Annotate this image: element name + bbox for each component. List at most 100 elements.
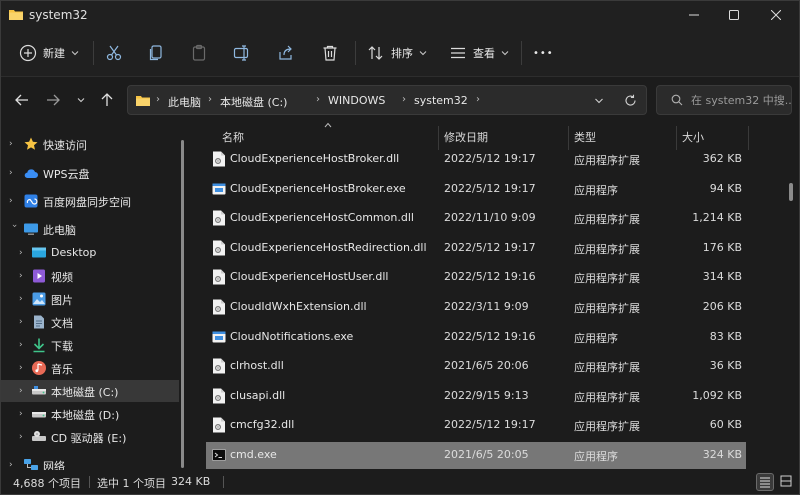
forward-button[interactable] (43, 90, 63, 110)
table-row[interactable]: clrhost.dll 2021/6/5 20:06 应用程序扩展 36 KB (206, 353, 746, 380)
drive-icon (32, 412, 46, 418)
sidebar-item-downloads[interactable]: › 下载 (1, 334, 179, 356)
table-row[interactable]: cmd.exe 2021/6/5 20:05 应用程序 324 KB (206, 442, 746, 469)
chevron-right-icon[interactable]: › (9, 139, 19, 149)
toolbar-divider (93, 41, 94, 65)
breadcrumb-drive-c[interactable]: 本地磁盘 (C:) (220, 94, 287, 110)
file-date: 2021/6/5 20:05 (444, 448, 529, 461)
close-button[interactable] (761, 5, 791, 25)
refresh-icon[interactable] (624, 94, 637, 107)
sidebar-item-cd-drive[interactable]: › CD 驱动器 (E:) (1, 426, 179, 448)
chevron-right-icon[interactable]: › (19, 271, 29, 281)
file-name: CloudExperienceHostBroker.dll (230, 152, 400, 165)
up-button[interactable] (97, 90, 117, 110)
minimize-button[interactable] (679, 5, 709, 25)
breadcrumb-this-pc[interactable]: 此电脑 (168, 94, 201, 110)
chevron-down-icon (419, 51, 427, 56)
chevron-right-icon[interactable]: › (19, 248, 29, 258)
sidebar-item-wps-cloud[interactable]: › WPS云盘 (1, 162, 179, 184)
sidebar-item-label: 本地磁盘 (D:) (51, 409, 120, 422)
chevron-right-icon[interactable]: › (9, 168, 19, 178)
maximize-button[interactable] (719, 5, 749, 25)
back-button[interactable] (12, 90, 32, 110)
sidebar-item-this-pc[interactable]: › 此电脑 (1, 218, 179, 240)
table-row[interactable]: CloudNotifications.exe 2022/5/12 19:16 应用程… (206, 324, 746, 351)
sidebar-item-drive-c[interactable]: › 本地磁盘 (C:) (1, 380, 179, 402)
rename-button[interactable] (233, 41, 251, 65)
chevron-right-icon[interactable]: › (9, 460, 19, 470)
sidebar-item-quick-access[interactable]: › 快速访问 (1, 133, 179, 155)
sort-label: 排序 (391, 47, 413, 60)
file-type: 应用程序扩展 (574, 361, 640, 375)
chevron-right-icon[interactable]: › (19, 409, 29, 419)
chevron-right-icon[interactable]: › (19, 432, 29, 442)
column-divider[interactable] (748, 126, 749, 150)
file-date: 2022/11/10 9:09 (444, 211, 536, 225)
scissors-icon (106, 45, 122, 61)
search-box[interactable] (656, 85, 792, 115)
file-name: CloudIdWxhExtension.dll (230, 300, 367, 313)
sidebar-item-baidu-netdisk[interactable]: › 百度网盘同步空间 (1, 190, 179, 212)
table-row[interactable]: CloudExperienceHostUser.dll 2022/5/12 19:… (206, 264, 746, 291)
sidebar-item-pictures[interactable]: › 图片 (1, 288, 179, 310)
share-button[interactable] (277, 41, 295, 65)
file-name: CloudExperienceHostUser.dll (230, 270, 389, 284)
dll-file-icon (212, 210, 226, 226)
chevron-right-icon[interactable]: › (19, 386, 29, 396)
new-label: 新建 (43, 47, 65, 60)
table-row[interactable]: CloudExperienceHostRedirection.dll 2022/5… (206, 235, 746, 262)
sidebar-item-drive-d[interactable]: › 本地磁盘 (D:) (1, 403, 179, 425)
sidebar-item-documents[interactable]: › 文档 (1, 311, 179, 333)
more-options-button[interactable]: ••• (533, 41, 554, 65)
sidebar-scrollbar[interactable] (181, 140, 184, 468)
cut-button[interactable] (105, 41, 123, 65)
address-bar[interactable]: › 此电脑 › 本地磁盘 (C:) › WINDOWS › system32 › (127, 85, 647, 115)
dll-file-icon (212, 151, 226, 167)
sidebar-item-videos[interactable]: › 视频 (1, 265, 179, 287)
delete-button[interactable] (321, 41, 339, 65)
copy-button[interactable] (147, 41, 165, 65)
sidebar-item-desktop[interactable]: › Desktop (1, 242, 179, 264)
chevron-down-icon (71, 51, 79, 56)
search-input[interactable] (691, 93, 791, 107)
file-type: 应用程序 (574, 183, 618, 197)
address-dropdown-icon[interactable] (594, 96, 604, 106)
new-button[interactable]: 新建 (19, 41, 79, 65)
breadcrumb-separator-icon: › (156, 94, 160, 105)
chevron-right-icon[interactable]: › (19, 317, 29, 327)
chevron-right-icon[interactable]: › (9, 196, 19, 206)
view-button[interactable]: 查看 (449, 41, 509, 65)
table-row[interactable]: CloudExperienceHostBroker.exe 2022/5/12 1… (206, 176, 746, 203)
desktop-icon (32, 247, 46, 258)
sort-button[interactable]: 排序 (367, 41, 427, 65)
arrow-right-icon (47, 94, 60, 106)
paste-button[interactable] (190, 41, 208, 65)
file-size: 60 KB (709, 418, 742, 432)
chevron-right-icon[interactable]: › (19, 363, 29, 373)
sort-icon (368, 46, 383, 60)
title-bar[interactable]: system32 (1, 1, 799, 29)
chevron-right-icon[interactable]: › (19, 294, 29, 304)
file-name: CloudExperienceHostRedirection.dll (230, 240, 427, 254)
table-row[interactable]: CloudExperienceHostCommon.dll 2022/11/10 … (206, 205, 746, 232)
breadcrumb-separator-icon: › (402, 94, 406, 105)
details-view-button[interactable] (756, 473, 774, 491)
table-row[interactable]: CloudExperienceHostBroker.dll 2022/5/12 1… (206, 146, 746, 173)
file-list-scrollbar[interactable] (789, 183, 793, 201)
chevron-right-icon[interactable]: › (19, 340, 29, 350)
breadcrumb-windows[interactable]: WINDOWS (328, 94, 385, 107)
sidebar-item-label: 百度网盘同步空间 (43, 196, 131, 209)
file-name: cmd.exe (230, 448, 277, 461)
folder-icon (136, 96, 150, 106)
chevron-down-icon[interactable]: › (9, 224, 19, 234)
table-row[interactable]: cmcfg32.dll 2022/5/12 19:17 应用程序扩展 60 KB (206, 412, 746, 439)
minimize-icon (689, 14, 699, 16)
recent-locations-button[interactable] (71, 90, 91, 110)
tiles-view-button[interactable] (778, 473, 796, 491)
table-row[interactable]: CloudIdWxhExtension.dll 2022/3/11 9:09 应用程… (206, 294, 746, 321)
close-icon (770, 9, 782, 21)
status-divider (89, 476, 90, 488)
sidebar-item-music[interactable]: › 音乐 (1, 357, 179, 379)
table-row[interactable]: clusapi.dll 2022/9/15 9:13 应用程序扩展 1,092 KB (206, 383, 746, 410)
breadcrumb-system32[interactable]: system32 (414, 94, 468, 107)
